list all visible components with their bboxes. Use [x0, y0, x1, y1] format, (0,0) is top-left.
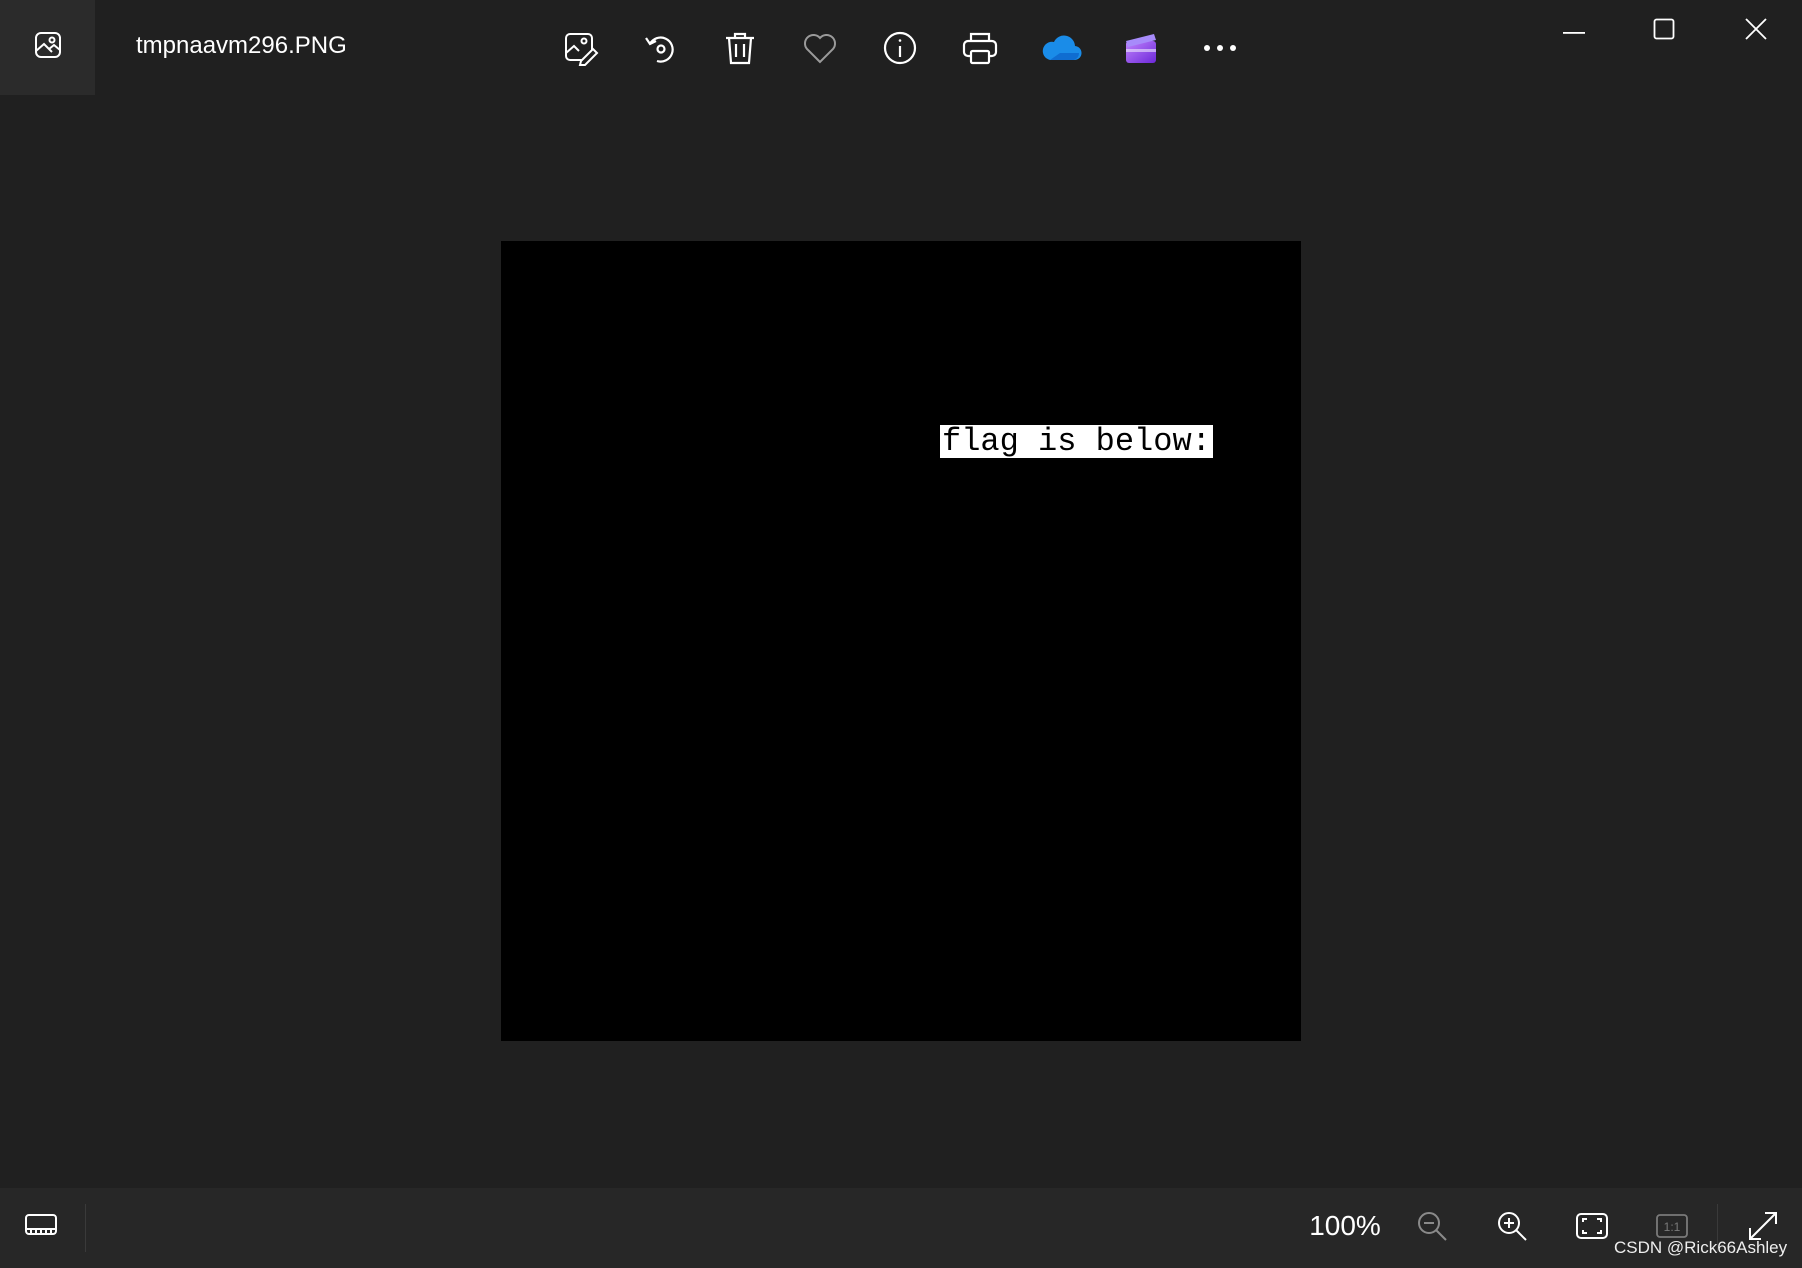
- edit-image-icon: [563, 30, 599, 66]
- favorite-button[interactable]: [792, 20, 848, 76]
- image-viewer[interactable]: flag is below:: [0, 95, 1802, 1188]
- minimize-icon: [1563, 22, 1585, 40]
- gallery-button[interactable]: [0, 0, 95, 95]
- clipchamp-button[interactable]: [1113, 20, 1169, 76]
- printer-icon: [961, 30, 999, 66]
- close-button[interactable]: [1710, 0, 1802, 62]
- maximize-button[interactable]: [1618, 0, 1710, 62]
- onedrive-button[interactable]: [1033, 20, 1089, 76]
- edit-image-button[interactable]: [553, 20, 609, 76]
- watermark-text: CSDN @Rick66Ashley: [1614, 1238, 1788, 1257]
- zoom-out-icon: [1416, 1210, 1448, 1247]
- maximize-icon: [1653, 18, 1675, 45]
- fit-to-window-button[interactable]: [1566, 1202, 1618, 1254]
- filmstrip-icon: [24, 1212, 58, 1245]
- rotate-button[interactable]: [633, 20, 689, 76]
- gallery-icon: [33, 30, 63, 65]
- close-icon: [1745, 17, 1767, 45]
- zoom-in-icon: [1496, 1210, 1528, 1247]
- onedrive-cloud-icon: [1040, 33, 1082, 63]
- bottom-bar: 100% 1:1 CSDN @Rick66Ashley: [0, 1188, 1802, 1268]
- bottom-bar-divider: [85, 1204, 86, 1252]
- delete-button[interactable]: [712, 20, 768, 76]
- actual-size-label: 1:1: [1664, 1220, 1681, 1234]
- image-text: flag is below:: [940, 423, 1213, 460]
- photos-app-window: tmpnaavm296.PNG flag is below: 100% 1:1 …: [0, 0, 1802, 1268]
- info-icon: [882, 30, 918, 66]
- print-button[interactable]: [952, 20, 1008, 76]
- rotate-icon: [643, 30, 679, 66]
- clipchamp-icon: [1123, 31, 1159, 65]
- more-icon: [1202, 43, 1238, 53]
- displayed-image: flag is below:: [501, 241, 1301, 1041]
- heart-icon: [802, 31, 838, 65]
- file-name-title: tmpnaavm296.PNG: [136, 32, 347, 59]
- see-more-button[interactable]: [1192, 20, 1248, 76]
- title-bar: tmpnaavm296.PNG: [0, 0, 1802, 95]
- filmstrip-button[interactable]: [16, 1203, 66, 1253]
- file-info-button[interactable]: [872, 20, 928, 76]
- fit-to-window-icon: [1575, 1212, 1609, 1245]
- zoom-out-button[interactable]: [1406, 1202, 1458, 1254]
- zoom-level[interactable]: 100%: [1305, 1210, 1385, 1242]
- minimize-button[interactable]: [1528, 0, 1620, 62]
- trash-icon: [723, 30, 757, 66]
- zoom-in-button[interactable]: [1486, 1202, 1538, 1254]
